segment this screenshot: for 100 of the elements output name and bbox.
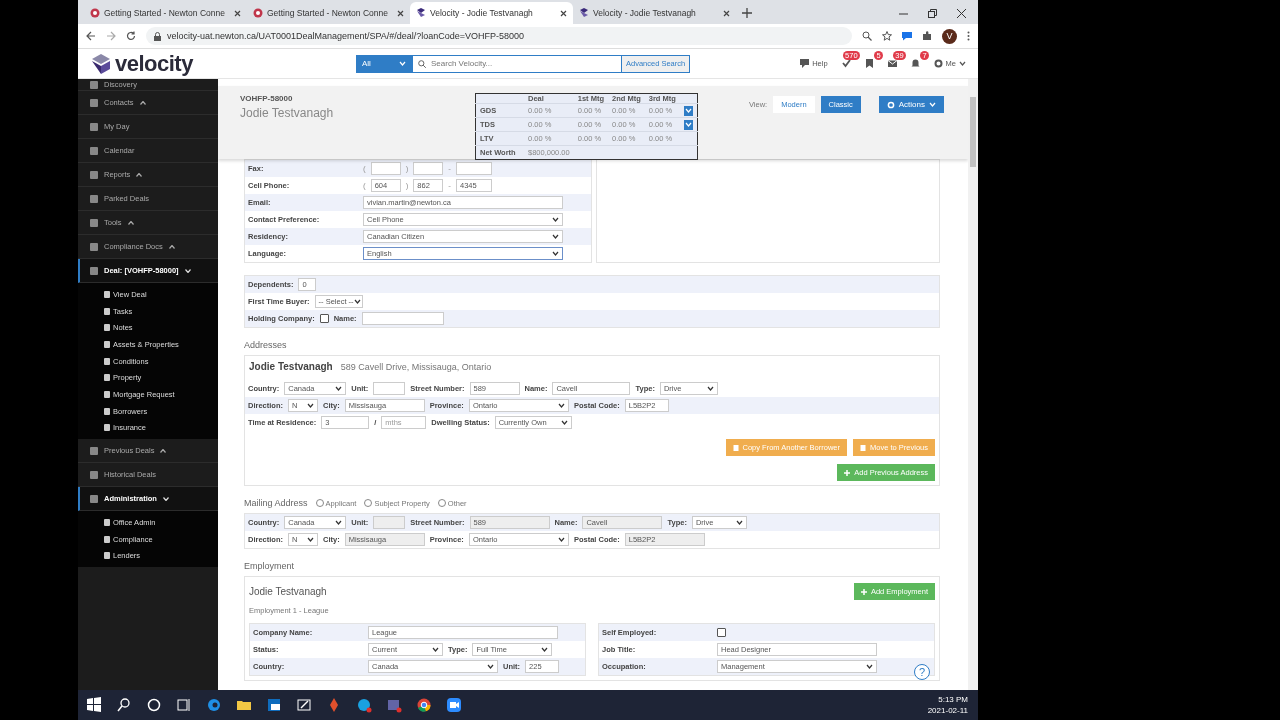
star-icon[interactable] — [882, 31, 892, 41]
caret-icon — [866, 664, 873, 669]
menu-item-icon — [90, 266, 98, 275]
mail-app-icon[interactable] — [266, 697, 282, 713]
favicon-icon — [579, 8, 589, 18]
dropdown-button[interactable] — [683, 105, 693, 116]
more-icon[interactable] — [967, 31, 970, 41]
input-field[interactable] — [413, 162, 444, 175]
browser-tab[interactable]: Getting Started - Newton Conne — [84, 2, 247, 24]
menu-item-icon — [90, 122, 98, 131]
close-icon[interactable] — [560, 9, 567, 17]
scrollbar-thumb[interactable] — [970, 97, 976, 167]
close-icon[interactable] — [723, 9, 730, 17]
chat-icon[interactable] — [902, 31, 912, 41]
chat-app-icon[interactable] — [356, 697, 372, 713]
video-icon[interactable] — [446, 697, 462, 713]
close-icon[interactable] — [234, 9, 241, 17]
caret-icon — [557, 537, 565, 542]
circle-icon[interactable] — [146, 697, 162, 713]
caret-icon — [353, 299, 361, 304]
start-icon[interactable] — [86, 697, 102, 713]
punctuation-mark: ( — [363, 181, 366, 190]
actions-button[interactable]: Actions — [878, 96, 944, 113]
chevron-down-icon — [162, 496, 169, 501]
caret-icon — [557, 403, 565, 408]
caret-icon — [335, 520, 343, 525]
radio-button[interactable] — [437, 499, 446, 507]
chevron-up-icon — [127, 220, 134, 225]
caret-icon — [552, 251, 559, 256]
chrome-icon[interactable] — [416, 697, 432, 713]
chevron-up-icon — [160, 448, 167, 453]
caret-icon — [307, 537, 314, 542]
logo-icon — [90, 52, 112, 75]
restore-icon[interactable] — [928, 8, 937, 18]
menu-item-icon — [90, 242, 98, 251]
clock[interactable]: 5:13 PM 2021-02-11 — [927, 694, 978, 716]
input-field[interactable] — [373, 382, 406, 395]
section-heading: Addresses — [244, 340, 288, 350]
settings-icon — [886, 100, 895, 109]
search-icon[interactable] — [116, 697, 132, 713]
browser-tab[interactable]: Velocity - Jodie Testvanagh — [410, 2, 573, 24]
search-icon — [418, 59, 426, 68]
menu-item-icon — [104, 307, 110, 315]
input-field[interactable] — [370, 162, 401, 175]
menu-item-icon — [90, 146, 98, 155]
pen-icon[interactable] — [296, 697, 312, 713]
punctuation-mark: - — [448, 181, 451, 190]
caret-icon — [307, 403, 314, 408]
caret-icon — [560, 420, 568, 425]
chevron-up-icon — [136, 172, 143, 177]
check-icon[interactable] — [841, 59, 851, 68]
plus-icon — [844, 469, 851, 476]
caret-icon — [735, 520, 743, 525]
tab-title: Getting Started - Newton Conne — [104, 8, 226, 18]
back-icon[interactable] — [86, 31, 96, 41]
input-field[interactable] — [361, 312, 444, 325]
checkbox[interactable] — [717, 628, 726, 637]
punctuation-mark: ( — [363, 164, 366, 173]
checkbox[interactable] — [319, 314, 329, 323]
punctuation-mark: ) — [405, 181, 409, 190]
help-icon — [800, 59, 810, 68]
puzzle-icon[interactable] — [922, 31, 932, 41]
zoom-icon[interactable] — [862, 31, 872, 41]
settings-icon — [933, 59, 943, 68]
envelope-icon[interactable] — [887, 59, 897, 68]
radio-button[interactable] — [364, 499, 373, 507]
caret-icon — [706, 386, 714, 391]
reload-icon[interactable] — [126, 31, 136, 41]
bookmark-icon[interactable] — [864, 59, 874, 68]
scrollbar[interactable] — [968, 79, 978, 690]
bell-icon[interactable] — [910, 59, 920, 68]
search-field[interactable]: Search Velocity... — [412, 54, 622, 73]
browser-tab[interactable]: Getting Started - Newton Conne — [247, 2, 410, 24]
close-icon[interactable] — [957, 8, 966, 18]
close-icon[interactable] — [397, 9, 404, 17]
borrower-name: Jodie Testvanagh — [249, 586, 327, 597]
team-app-icon[interactable] — [386, 697, 402, 713]
help-button[interactable]: ? — [914, 664, 930, 680]
favicon-icon — [416, 8, 426, 18]
menu-item-icon — [104, 552, 110, 560]
chevron-down-icon — [184, 268, 191, 273]
profile-avatar[interactable]: V — [942, 28, 957, 44]
menu-item-icon — [104, 407, 110, 415]
menu-item-icon — [90, 194, 98, 203]
logo-text: velocity — [115, 50, 193, 77]
new-tab-icon[interactable] — [742, 8, 752, 18]
plus-icon — [860, 588, 867, 595]
browser-tab[interactable]: Velocity - Jodie Testvanagh — [573, 2, 736, 24]
caret-icon — [487, 664, 494, 669]
address-bar[interactable]: velocity-uat.newton.ca/UAT0001DealManagement/SPA/#/deal/?loanCode=VOHFP-58000 — [146, 27, 852, 45]
menu-item-icon — [104, 424, 110, 432]
task-view-icon[interactable] — [176, 697, 192, 713]
input-field[interactable] — [456, 162, 492, 175]
menu-item-icon — [90, 446, 98, 455]
scope-dropdown[interactable]: All — [356, 54, 412, 73]
menu-item-icon — [104, 290, 110, 298]
caret-icon — [399, 61, 406, 66]
browser-icon[interactable] — [206, 697, 222, 713]
dropdown-button[interactable] — [683, 119, 693, 130]
radio-button[interactable] — [315, 499, 324, 507]
